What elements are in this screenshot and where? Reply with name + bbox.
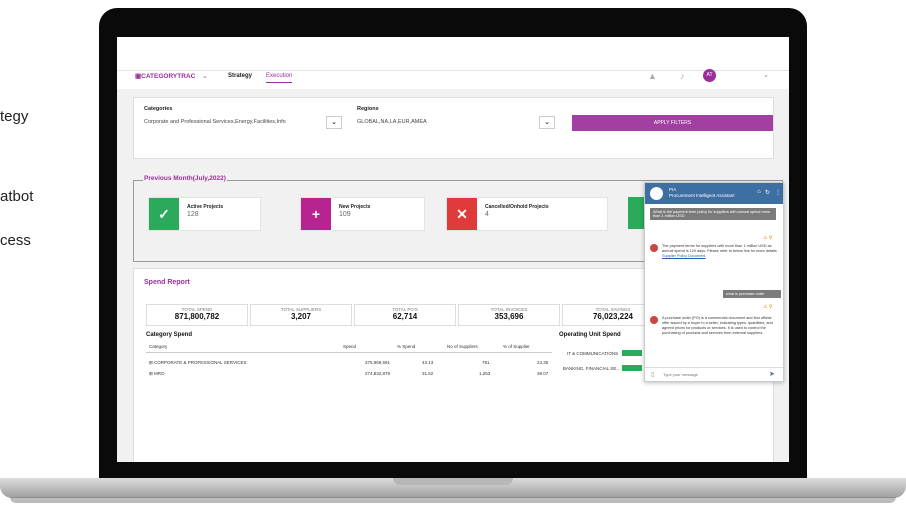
side-text-1: tegy [0, 108, 29, 125]
table-row-1-category[interactable]: ⊞ CORPORATE & PROFESSIONAL SERVICES [149, 360, 246, 366]
logo-dropdown-caret[interactable]: ⌄ [202, 72, 208, 80]
chatbot-window: PIA Procurement Intelligent Assistant ⌂ … [644, 182, 784, 382]
app-screen: ▣CATEGORYTRAC ⌄ Strategy Execution ▲ ♪ A… [117, 37, 789, 462]
chat-user-message-2: what is purchase order [723, 290, 781, 298]
stat-new-projects[interactable]: + New Projects 109 [300, 197, 425, 231]
warning-icon[interactable]: ⚠ ⚲ [763, 235, 773, 241]
categories-label: Categories [144, 106, 173, 112]
kpi-total-pos: TOTAL PO'S 62,714 [354, 304, 456, 326]
new-file-icon: + [301, 198, 331, 230]
table-row-1-pct-supplier: 24.35 [537, 360, 549, 365]
regions-label: Regions [357, 106, 379, 112]
app-logo[interactable]: ▣CATEGORYTRAC [135, 72, 195, 80]
stat-title: Active Projects [187, 204, 224, 210]
col-header-pct-spend[interactable]: % Spend [397, 344, 415, 349]
ou-row-1-bar[interactable] [622, 350, 642, 356]
laptop-notch [393, 478, 513, 485]
ou-row-2-bar[interactable] [622, 365, 642, 371]
chat-input-bar: ▯ ➤ [645, 367, 783, 382]
filter-card: Categories Corporate and Professional Se… [133, 97, 774, 159]
previous-month-title: Previous Month(July,2022) [143, 175, 227, 182]
regions-select[interactable]: GLOBAL,NA,LA,EUR,AMEA [357, 119, 427, 125]
kpi-total-invoices: TOTAL INVOICES 353,696 [458, 304, 560, 326]
tab-execution[interactable]: Execution [266, 73, 293, 83]
chat-header: PIA Procurement Intelligent Assistant ⌂ … [645, 183, 783, 204]
kpi-total-spend: TOTAL SPEND 871,800,782 [146, 304, 248, 326]
col-header-category[interactable]: Category [149, 344, 167, 349]
category-spend-title: Category Spend [146, 332, 193, 338]
top-bar [117, 37, 789, 71]
user-menu-caret[interactable]: ⌄ [763, 71, 769, 79]
col-header-suppliers[interactable]: No of Suppliers [447, 344, 478, 349]
stat-value: 4 [485, 211, 489, 218]
user-avatar[interactable]: AT [703, 69, 716, 82]
attach-icon[interactable]: ▯ [651, 371, 654, 378]
chat-bot-subtitle: Procurement Intelligent Assistant [669, 193, 735, 198]
stat-active-projects[interactable]: ✓ Active Projects 128 [148, 197, 261, 231]
home-icon[interactable]: ⌂ [757, 189, 761, 195]
notification-bell-icon[interactable]: ♪ [680, 71, 690, 81]
tab-strategy[interactable]: Strategy [228, 73, 252, 79]
table-row-1-pct: 43.13 [422, 360, 434, 365]
table-row-2-pct: 31.52 [422, 371, 434, 376]
regions-dropdown-button[interactable]: ⌄ [539, 116, 555, 129]
spend-report-title: Spend Report [144, 279, 190, 286]
send-icon[interactable]: ➤ [769, 370, 775, 378]
table-row-2-suppliers: 1,253 [479, 371, 491, 376]
laptop-shadow [10, 497, 896, 503]
side-text-3: cess [0, 232, 31, 249]
ou-row-1-label: IT & COMMUNICATIONS [567, 351, 619, 356]
refresh-icon[interactable]: ↻ [765, 189, 770, 196]
chat-message-input[interactable] [663, 370, 758, 378]
chat-bot-name: PIA [669, 187, 677, 192]
table-row-1-suppliers: 781 [482, 360, 490, 365]
table-row-2-pct-supplier: 39.07 [537, 371, 549, 376]
stat-value: 109 [339, 211, 351, 218]
categories-select[interactable]: Corporate and Professional Services,Ener… [144, 119, 286, 125]
operating-unit-title: Operating Unit Spend [559, 332, 621, 338]
stat-value: 128 [187, 211, 199, 218]
stat-cancelled-projects[interactable]: ✕ Cancelled/Onhold Projects 4 [446, 197, 608, 231]
chat-user-message-1: What is the payment term policy for supp… [650, 208, 776, 220]
table-row-2-spend: 274,832,879 [365, 371, 391, 376]
stat-title: Cancelled/Onhold Projects [485, 204, 549, 210]
stat-title: New Projects [339, 204, 371, 210]
table-row-1-spend: 375,969,591 [365, 360, 391, 365]
col-header-pct-supplier[interactable]: % of Supplier [503, 344, 530, 349]
more-icon[interactable]: ⋮ [775, 189, 781, 196]
check-icon: ✓ [149, 198, 179, 230]
pia-logo-icon [650, 187, 663, 200]
warning-icon-2[interactable]: ⚠ ⚲ [763, 304, 773, 310]
supplier-policy-link[interactable]: Supplier Policy Document [662, 254, 705, 258]
kpi-total-suppliers: TOTAL SUPPLIERS 3,207 [250, 304, 352, 326]
side-text-2: atbot [0, 188, 34, 205]
bot-avatar-icon [650, 244, 658, 252]
categories-dropdown-button[interactable]: ⌄ [326, 116, 342, 129]
table-divider [146, 352, 552, 353]
ou-row-2-label: BANKING, FINANCIAL SE... [563, 366, 621, 371]
apply-filters-button[interactable]: APPLY FILTERS [572, 115, 773, 131]
bot-avatar-icon-2 [650, 316, 658, 324]
chat-bot-message-1: The payment terms for suppliers with mor… [662, 244, 777, 258]
table-row-2-category[interactable]: ⊞ MRO [149, 371, 165, 377]
chat-bot-message-2: A purchase order (PO) is a commercial do… [662, 316, 773, 335]
alert-icon[interactable]: ▲ [648, 71, 658, 81]
col-header-spend[interactable]: Spend [343, 344, 356, 349]
close-icon: ✕ [447, 198, 477, 230]
